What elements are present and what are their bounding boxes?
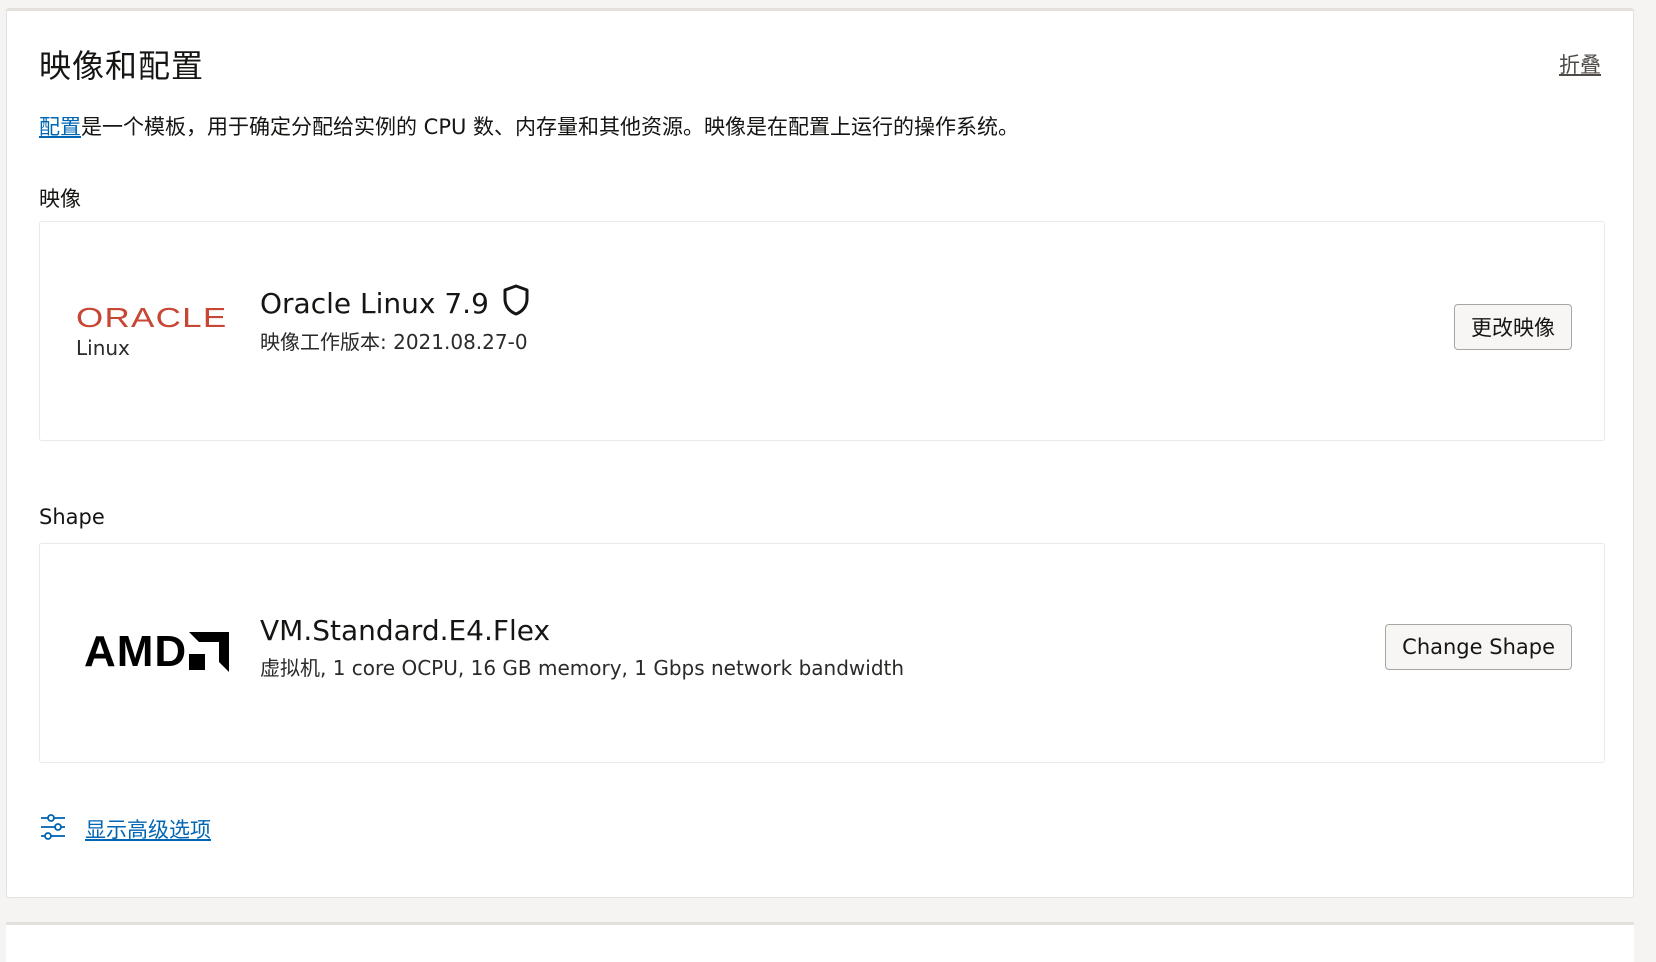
next-panel-edge (6, 922, 1634, 962)
sliders-icon (39, 813, 67, 845)
collapse-link[interactable]: 折叠 (1559, 49, 1601, 79)
shape-label: Shape (39, 505, 105, 529)
image-label: 映像 (39, 187, 81, 211)
shape-doc-link[interactable]: 配置 (39, 115, 81, 139)
amd-logo: AMD (84, 627, 230, 676)
amd-logo-text: AMD (84, 627, 188, 676)
shape-details: 虚拟机, 1 core OCPU, 16 GB memory, 1 Gbps n… (260, 656, 905, 680)
show-advanced-options-label: 显示高级选项 (85, 818, 211, 842)
image-name: Oracle Linux 7.9 (260, 287, 489, 320)
section-description: 配置是一个模板，用于确定分配给实例的 CPU 数、内存量和其他资源。映像是在配置… (39, 111, 1019, 141)
description-text: 是一个模板，用于确定分配给实例的 CPU 数、内存量和其他资源。映像是在配置上运… (81, 115, 1020, 139)
change-shape-button[interactable]: Change Shape (1385, 624, 1572, 670)
shape-name: VM.Standard.E4.Flex (260, 614, 551, 647)
image-name-row: Oracle Linux 7.9 (260, 284, 529, 323)
oracle-linux-logo: ORACLE Linux (76, 304, 226, 361)
change-image-button[interactable]: 更改映像 (1454, 304, 1572, 350)
oracle-logo-sub: Linux (76, 336, 130, 360)
image-card: ORACLE Linux Oracle Linux 7.9 映像工作版本: 20… (39, 221, 1605, 441)
show-advanced-options[interactable]: 显示高级选项 (39, 813, 211, 845)
oracle-logo-text: ORACLE (76, 302, 228, 333)
section-title: 映像和配置 (39, 47, 205, 85)
image-build: 映像工作版本: 2021.08.27-0 (260, 330, 528, 354)
image-shape-panel: 映像和配置 折叠 配置是一个模板，用于确定分配给实例的 CPU 数、内存量和其他… (6, 8, 1634, 898)
shape-card: AMD VM.Standard.E4.Flex 虚拟机, 1 core OCPU… (39, 543, 1605, 763)
amd-arrow-icon (189, 632, 230, 672)
shield-icon (503, 284, 529, 323)
